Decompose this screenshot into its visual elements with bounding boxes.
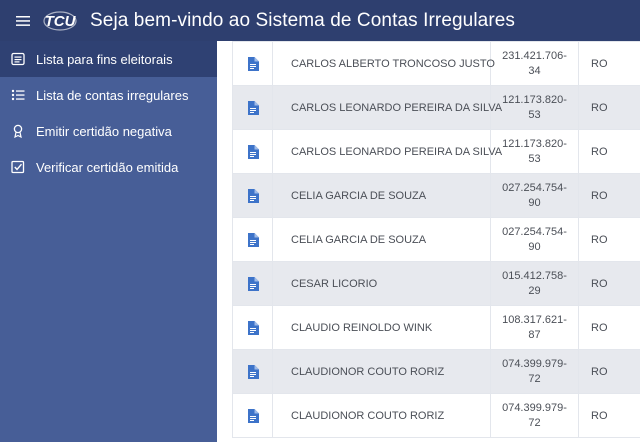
name-cell: CESAR LICORIO (272, 261, 491, 306)
name-cell: CARLOS LEONARDO PEREIRA DA SILVA (272, 129, 502, 174)
table-row: CLAUDIONOR COUTO RORIZ 074.399.979- 72 RO (232, 393, 640, 438)
cpf-line-2: 72 (528, 416, 541, 429)
cpf-line-1: 015.412.758- (502, 269, 567, 282)
document-cell (232, 217, 273, 262)
cpf-cell: 231.421.706- 34 (490, 41, 579, 86)
hamburger-icon[interactable] (10, 8, 36, 34)
name-cell: CELIA GARCIA DE SOUZA (272, 217, 491, 262)
cpf-line-1: 108.317.621- (502, 313, 567, 326)
document-icon[interactable] (247, 232, 259, 247)
name-cell: CARLOS LEONARDO PEREIRA DA SILVA (272, 85, 502, 130)
document-icon[interactable] (247, 276, 259, 291)
sidebar-item-4[interactable]: Verificar certidão emitida (0, 149, 217, 185)
document-cell (232, 129, 273, 174)
uf-cell: RO (578, 305, 640, 350)
table-row: CARLOS ALBERTO TRONCOSO JUSTO 231.421.706… (232, 41, 640, 86)
sidebar-item-1[interactable]: Lista para fins eleitorais (0, 41, 217, 77)
cpf-line-2: 29 (528, 284, 541, 297)
cpf-line-1: 121.173.820- (502, 137, 567, 150)
results-table: CARLOS ALBERTO TRONCOSO JUSTO 231.421.706… (232, 41, 640, 438)
cpf-cell: 027.254.754- 90 (490, 217, 579, 262)
cpf-line-1: 074.399.979- (502, 357, 567, 370)
cpf-line-2: 90 (528, 240, 541, 253)
cpf-cell: 121.173.820- 53 (490, 85, 579, 130)
document-cell (232, 349, 273, 394)
table-row: CELIA GARCIA DE SOUZA 027.254.754- 90 RO (232, 173, 640, 218)
sidebar-item-2[interactable]: Lista de contas irregulares (0, 77, 217, 113)
cpf-line-2: 90 (528, 196, 541, 209)
document-icon[interactable] (247, 144, 259, 159)
cpf-cell: 074.399.979- 72 (490, 349, 579, 394)
sidebar-item-3[interactable]: Emitir certidão negativa (0, 113, 217, 149)
name-cell: CLAUDIO REINOLDO WINK (272, 305, 491, 350)
top-bar: TCU Seja bem-vindo ao Sistema de Contas … (0, 0, 640, 41)
award-icon (10, 123, 26, 139)
name-cell: CELIA GARCIA DE SOUZA (272, 173, 491, 218)
uf-cell: RO (578, 349, 640, 394)
sidebar: Lista para fins eleitorais Lista de conta… (0, 41, 217, 442)
table-row: CLAUDIO REINOLDO WINK 108.317.621- 87 RO (232, 305, 640, 350)
table-row: CARLOS LEONARDO PEREIRA DA SILVA 121.173.… (232, 129, 640, 174)
uf-cell: RO (578, 261, 640, 306)
uf-cell: RO (578, 129, 640, 174)
uf-cell: RO (578, 393, 640, 438)
cpf-cell: 108.317.621- 87 (490, 305, 579, 350)
cpf-line-2: 53 (528, 152, 541, 165)
document-cell (232, 261, 273, 306)
name-cell: CLAUDIONOR COUTO RORIZ (272, 349, 491, 394)
sidebar-item-label: Lista para fins eleitorais (36, 51, 173, 67)
document-cell (232, 305, 273, 350)
document-cell (232, 173, 273, 218)
main-content: CARLOS ALBERTO TRONCOSO JUSTO 231.421.706… (217, 41, 640, 442)
bullet-list-icon (10, 87, 26, 103)
uf-cell: RO (578, 173, 640, 218)
sidebar-item-label: Lista de contas irregulares (36, 87, 189, 103)
cpf-cell: 015.412.758- 29 (490, 261, 579, 306)
document-icon[interactable] (247, 188, 259, 203)
document-icon[interactable] (247, 320, 259, 335)
document-icon[interactable] (247, 408, 259, 423)
results-table-wrap: CARLOS ALBERTO TRONCOSO JUSTO 231.421.706… (232, 41, 640, 438)
cpf-line-1: 027.254.754- (502, 181, 567, 194)
name-cell: CLAUDIONOR COUTO RORIZ (272, 393, 491, 438)
uf-cell: RO (578, 41, 640, 86)
table-row: CLAUDIONOR COUTO RORIZ 074.399.979- 72 RO (232, 349, 640, 394)
cpf-line-2: 87 (528, 328, 541, 341)
cpf-line-2: 72 (528, 372, 541, 385)
list-box-icon (10, 51, 26, 67)
document-cell (232, 393, 273, 438)
uf-cell: RO (578, 85, 640, 130)
document-icon[interactable] (247, 56, 259, 71)
cpf-line-1: 121.173.820- (502, 93, 567, 106)
cpf-cell: 027.254.754- 90 (490, 173, 579, 218)
sidebar-item-label: Verificar certidão emitida (36, 159, 179, 175)
app-title: Seja bem-vindo ao Sistema de Contas Irre… (90, 9, 516, 31)
cpf-line-1: 231.421.706- (502, 49, 567, 62)
table-row: CESAR LICORIO 015.412.758- 29 RO (232, 261, 640, 306)
name-cell: CARLOS ALBERTO TRONCOSO JUSTO (272, 41, 495, 86)
sidebar-item-label: Emitir certidão negativa (36, 123, 172, 139)
cpf-line-1: 027.254.754- (502, 225, 567, 238)
cpf-line-1: 074.399.979- (502, 401, 567, 414)
cpf-cell: 121.173.820- 53 (490, 129, 579, 174)
document-icon[interactable] (247, 100, 259, 115)
document-cell (232, 85, 273, 130)
table-row: CARLOS LEONARDO PEREIRA DA SILVA 121.173.… (232, 85, 640, 130)
document-icon[interactable] (247, 364, 259, 379)
cpf-line-2: 53 (528, 108, 541, 121)
cpf-cell: 074.399.979- 72 (490, 393, 579, 438)
cpf-line-2: 34 (528, 64, 541, 77)
document-cell (232, 41, 273, 86)
tcu-logo: TCU (42, 9, 82, 33)
svg-text:TCU: TCU (45, 13, 77, 30)
checkbox-icon (10, 159, 26, 175)
uf-cell: RO (578, 217, 640, 262)
table-row: CELIA GARCIA DE SOUZA 027.254.754- 90 RO (232, 217, 640, 262)
